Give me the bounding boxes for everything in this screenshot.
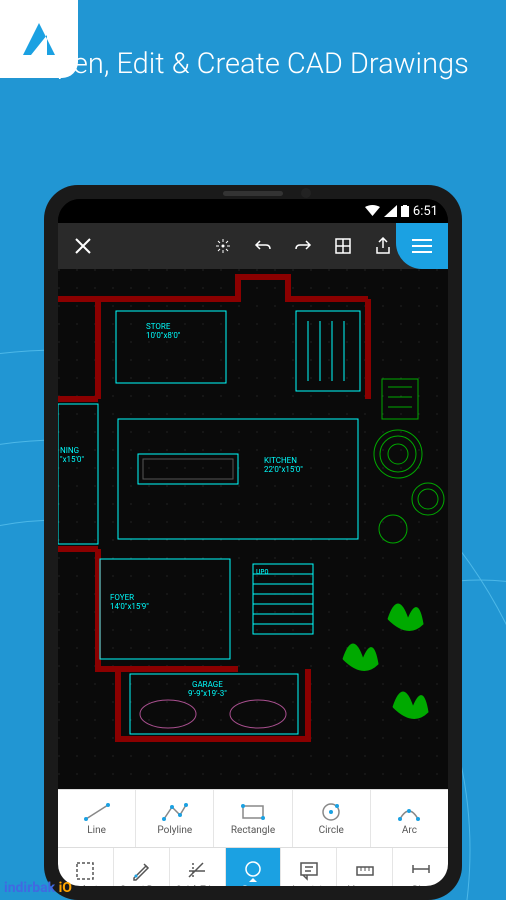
battery-icon	[401, 205, 409, 217]
layers-button[interactable]	[326, 229, 360, 263]
tool-draw[interactable]: Draw	[226, 848, 282, 886]
tool-dim[interactable]: Dim	[393, 848, 448, 886]
tool-rectangle[interactable]: Rectangle	[214, 790, 292, 847]
tool-polyline[interactable]: Polyline	[136, 790, 214, 847]
tool-measure[interactable]: Measure	[337, 848, 393, 886]
room-foyer: FOYER14'0"x15'9"	[110, 594, 149, 612]
draw-icon	[241, 859, 265, 883]
watermark: indirbak iO	[4, 880, 72, 896]
tool-circle[interactable]: Circle	[293, 790, 371, 847]
cad-canvas[interactable]: STORE10'0"x8'0" NING"x15'0" KITCHEN22'0"…	[58, 269, 448, 789]
snap-button[interactable]	[206, 229, 240, 263]
menu-button[interactable]	[396, 223, 448, 269]
tool-annotate[interactable]: Annotate	[281, 848, 337, 886]
redo-button[interactable]	[286, 229, 320, 263]
draw-toolbar: Line Polyline Rectangle Circle Arc	[58, 789, 448, 847]
annotate-icon	[297, 859, 321, 883]
tool-arc[interactable]: Arc	[371, 790, 448, 847]
status-time: 6:51	[413, 204, 438, 219]
main-toolbar: Select Smart Pen Quick Trim Draw Annotat…	[58, 847, 448, 886]
share-button[interactable]	[366, 229, 400, 263]
autodesk-logo	[0, 0, 78, 78]
status-bar: 6:51	[58, 199, 448, 223]
tool-quick-trim[interactable]: Quick Trim	[170, 848, 226, 886]
arc-icon	[394, 801, 424, 823]
line-icon	[82, 801, 112, 823]
measure-icon	[353, 859, 377, 883]
app-toolbar	[58, 223, 448, 269]
label-upo: UPO	[256, 569, 269, 577]
room-dining: NING"x15'0"	[60, 447, 84, 465]
signal-icon	[384, 205, 397, 217]
trim-icon	[185, 859, 209, 883]
pen-icon	[129, 859, 153, 883]
rectangle-icon	[238, 801, 268, 823]
wifi-icon	[365, 205, 380, 217]
room-garage: GARAGE9'-9"x19'-3"	[188, 681, 227, 699]
phone-frame: 6:51	[44, 185, 462, 900]
circle-icon	[316, 801, 346, 823]
polyline-icon	[160, 801, 190, 823]
tool-smart-pen[interactable]: Smart Pen	[114, 848, 170, 886]
close-button[interactable]	[66, 229, 100, 263]
select-icon	[73, 859, 97, 883]
room-kitchen: KITCHEN22'0"x15'0"	[264, 457, 303, 475]
dim-icon	[409, 859, 433, 883]
undo-button[interactable]	[246, 229, 280, 263]
room-store: STORE10'0"x8'0"	[146, 323, 180, 341]
tool-line[interactable]: Line	[58, 790, 136, 847]
